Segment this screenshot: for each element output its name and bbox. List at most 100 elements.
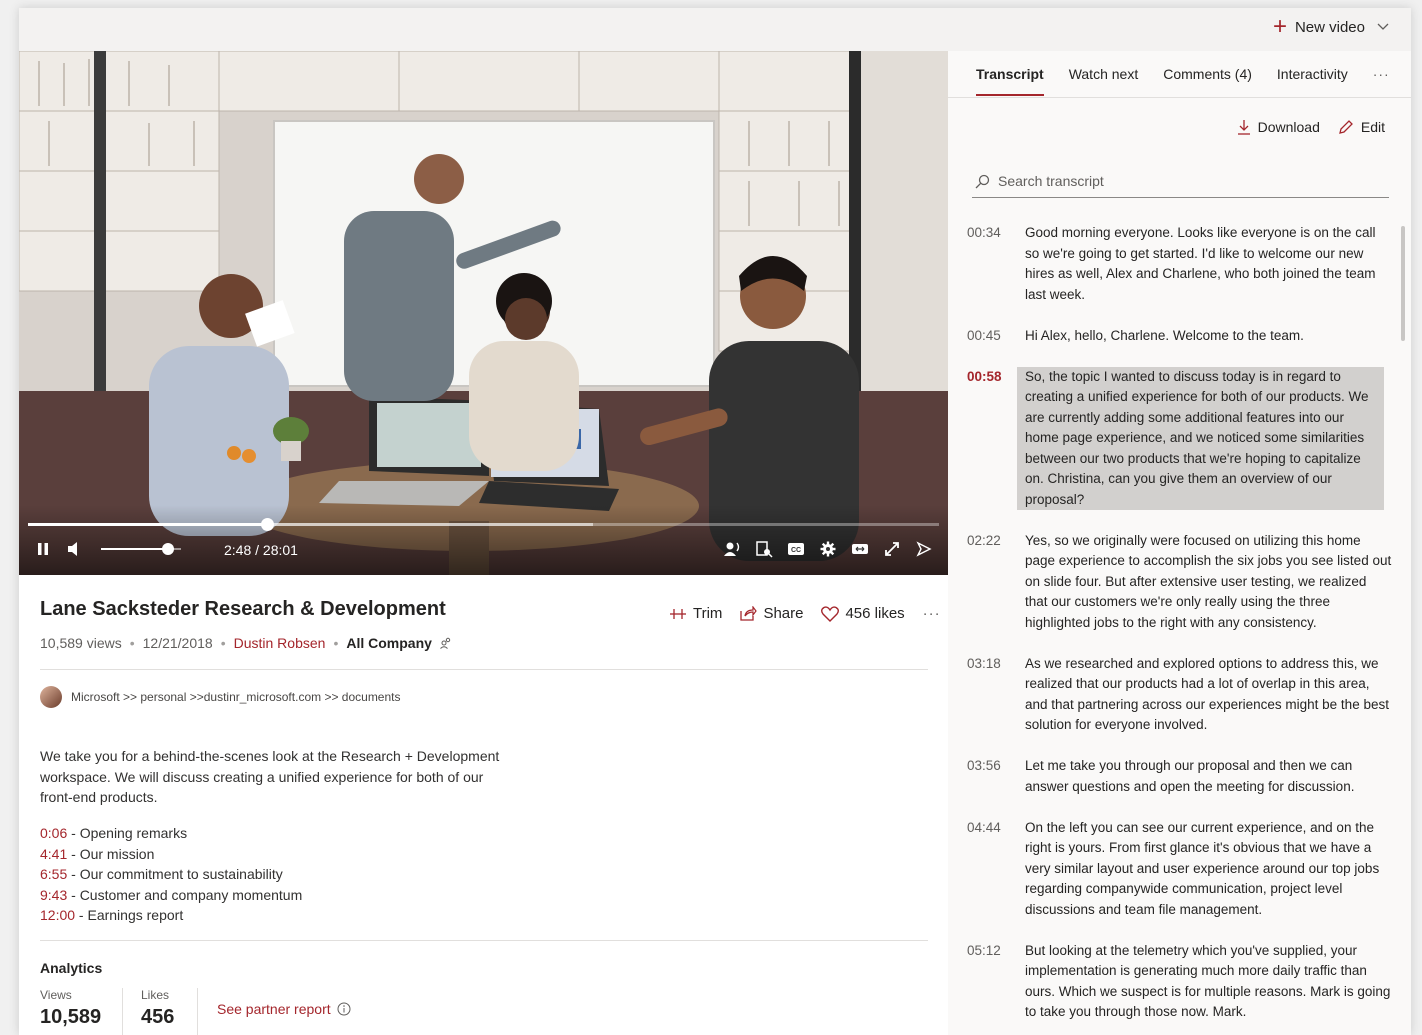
- transcript-timestamp[interactable]: 05:12: [948, 941, 1025, 1023]
- chapter-item[interactable]: 0:06 - Opening remarks: [40, 823, 302, 844]
- side-panel: Transcript Watch next Comments (4) Inter…: [948, 51, 1411, 1035]
- transcript-text: As we researched and explored options to…: [1025, 655, 1389, 733]
- chapter-item[interactable]: 4:41 - Our mission: [40, 844, 302, 865]
- video-title: Lane Sacksteder Research & Development: [40, 598, 446, 620]
- theater-mode-icon[interactable]: [850, 539, 870, 559]
- pause-button[interactable]: [35, 541, 51, 560]
- seek-bar[interactable]: [28, 518, 939, 531]
- views-stat-label: Views: [40, 988, 72, 1002]
- video-description: We take you for a behind-the-scenes look…: [40, 748, 500, 805]
- more-tabs-icon[interactable]: ···: [1373, 66, 1390, 96]
- captions-icon[interactable]: CC: [786, 539, 806, 559]
- volume-slider[interactable]: [101, 543, 181, 555]
- download-button[interactable]: Download: [1237, 119, 1320, 135]
- transcript-timestamp[interactable]: 00:45: [948, 326, 1025, 347]
- transcript-entry[interactable]: 03:56 Let me take you through our proposa…: [948, 752, 1411, 801]
- edit-label: Edit: [1360, 119, 1385, 135]
- partner-report-label: See partner report: [217, 1001, 331, 1017]
- transcript-search-icon[interactable]: [754, 539, 774, 559]
- transcript-timestamp[interactable]: 04:44: [948, 818, 1025, 921]
- volume-level: [101, 548, 169, 550]
- more-actions-icon[interactable]: ···: [923, 605, 941, 622]
- video-actions: Trim Share 456 likes ···: [669, 605, 941, 622]
- partner-report-link[interactable]: See partner report: [217, 1001, 351, 1017]
- download-label: Download: [1257, 119, 1320, 135]
- chevron-down-icon: [1377, 20, 1389, 34]
- transcript-entry[interactable]: 05:12 But looking at the telemetry which …: [948, 937, 1411, 1027]
- chapter-timestamp[interactable]: 0:06: [40, 825, 67, 841]
- chapter-timestamp[interactable]: 9:43: [40, 887, 67, 903]
- app-window: + New video 2:48 / 28:01 CC Lane Sackste…: [19, 8, 1411, 1035]
- svg-text:CC: CC: [791, 547, 801, 554]
- transcript-entry-current[interactable]: 00:58 So, the topic I wanted to discuss t…: [948, 363, 1411, 515]
- video-player[interactable]: 2:48 / 28:01 CC: [19, 51, 948, 575]
- seek-handle[interactable]: [260, 518, 274, 531]
- transcript-entry[interactable]: 02:22 Yes, so we originally were focused …: [948, 527, 1411, 638]
- chapter-item[interactable]: 12:00 - Earnings report: [40, 905, 302, 926]
- plus-icon: +: [1272, 13, 1287, 40]
- transcript-entry[interactable]: 03:18 As we researched and explored optio…: [948, 650, 1411, 740]
- trim-label: Trim: [693, 605, 723, 622]
- like-button[interactable]: 456 likes: [821, 605, 905, 622]
- tab-transcript[interactable]: Transcript: [976, 66, 1044, 96]
- chapter-item[interactable]: 9:43 - Customer and company momentum: [40, 885, 302, 906]
- divider: [40, 940, 928, 941]
- info-icon: [337, 1002, 351, 1016]
- breadcrumb: Microsoft >> personal >>dustinr_microsof…: [40, 686, 401, 708]
- chapter-timestamp[interactable]: 4:41: [40, 846, 67, 862]
- tab-interactivity[interactable]: Interactivity: [1277, 66, 1348, 96]
- tab-watch-next[interactable]: Watch next: [1069, 66, 1139, 96]
- transcript-text: So, the topic I wanted to discuss today …: [1017, 366, 1384, 510]
- seek-progress: [28, 523, 267, 526]
- likes-stat-label: Likes: [141, 988, 170, 1002]
- transcript-list: 00:34 Good morning everyone. Looks like e…: [948, 219, 1411, 1035]
- time-readout: 2:48 / 28:01: [224, 542, 298, 558]
- transcript-entry[interactable]: 04:44 On the left you can see our current…: [948, 814, 1411, 925]
- player-right-controls: CC: [722, 539, 934, 559]
- share-button[interactable]: Share: [740, 605, 803, 622]
- transcript-entry[interactable]: 00:45 Hi Alex, hello, Charlene. Welcome t…: [948, 322, 1411, 351]
- volume-button[interactable]: [66, 541, 84, 560]
- transcript-entry[interactable]: 00:34 Good morning everyone. Looks like e…: [948, 219, 1411, 309]
- separator-dot: •: [220, 635, 226, 651]
- separator-dot: •: [129, 635, 135, 651]
- pencil-icon: [1338, 120, 1353, 134]
- settings-gear-icon[interactable]: [818, 539, 838, 559]
- search-input[interactable]: [998, 173, 1378, 189]
- transcript-timestamp[interactable]: 02:22: [948, 531, 1025, 634]
- tab-comments[interactable]: Comments (4): [1163, 66, 1252, 96]
- chapter-label: - Our mission: [67, 845, 155, 862]
- new-video-button[interactable]: + New video: [1272, 13, 1389, 40]
- transcript-timestamp[interactable]: 03:56: [948, 756, 1025, 797]
- new-video-label: New video: [1294, 18, 1365, 36]
- transcript-timestamp[interactable]: 03:18: [948, 654, 1025, 736]
- analytics-heading: Analytics: [40, 960, 103, 976]
- video-meta: 10,589 views • 12/21/2018 • Dustin Robse…: [40, 635, 452, 651]
- separator-dot: •: [333, 635, 339, 651]
- fullscreen-icon[interactable]: [882, 539, 902, 559]
- breadcrumb-path[interactable]: Microsoft >> personal >>dustinr_microsof…: [71, 690, 401, 704]
- views-stat: Views 10,589: [40, 988, 101, 1029]
- chapter-label: - Customer and company momentum: [67, 886, 303, 903]
- transcript-timestamp[interactable]: 00:34: [948, 223, 1025, 305]
- trim-button[interactable]: Trim: [669, 605, 722, 622]
- chapter-label: - Opening remarks: [67, 825, 188, 841]
- share-video-icon[interactable]: [914, 539, 934, 559]
- chapter-timestamp[interactable]: 6:55: [40, 866, 67, 882]
- chapter-item[interactable]: 6:55 - Our commitment to sustainability: [40, 864, 302, 885]
- audio-description-icon[interactable]: [722, 539, 742, 559]
- transcript-timestamp[interactable]: 00:58: [948, 367, 1025, 511]
- transcript-search[interactable]: [972, 165, 1389, 198]
- transcript-actions: Download Edit: [1237, 119, 1385, 135]
- transcript-text: Hi Alex, hello, Charlene. Welcome to the…: [1025, 327, 1304, 343]
- heart-icon: [821, 605, 840, 622]
- likes-label: 456 likes: [845, 605, 905, 622]
- author-link[interactable]: Dustin Robsen: [234, 635, 326, 651]
- scrollbar[interactable]: [1401, 226, 1405, 341]
- chapter-timestamp[interactable]: 12:00: [40, 907, 75, 923]
- likes-stat: Likes 456: [141, 988, 174, 1029]
- edit-button[interactable]: Edit: [1338, 119, 1385, 135]
- search-icon: [975, 174, 990, 188]
- likes-stat-value: 456: [141, 1006, 175, 1028]
- avatar: [40, 686, 62, 708]
